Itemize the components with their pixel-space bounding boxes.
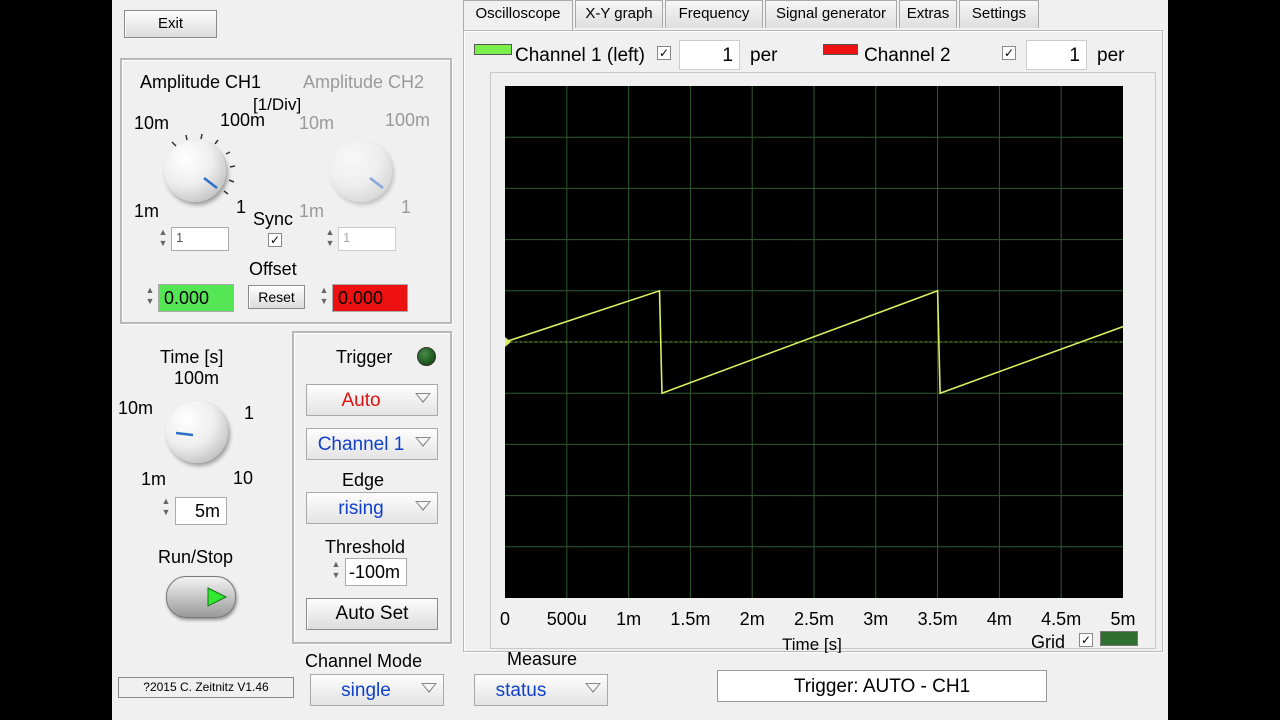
- trigger-title: Trigger: [336, 347, 393, 367]
- offset-ch2-spinner-icon[interactable]: ▲ ▼: [318, 285, 330, 307]
- knob-indicator-icon: [203, 177, 218, 189]
- trigger-level-marker: [505, 337, 511, 347]
- run-stop-label: Run/Stop: [158, 547, 234, 567]
- ch2-scale-10m: 10m: [299, 113, 335, 133]
- grid-label: Grid: [1031, 632, 1066, 652]
- trigger-mode-dropdown[interactable]: Auto: [306, 384, 438, 416]
- edge-value: rising: [338, 498, 384, 519]
- offset-reset-button[interactable]: Reset: [248, 285, 305, 309]
- ch2-scale-1m: 1m: [299, 201, 325, 221]
- offset-ch2-input[interactable]: 0.000: [332, 284, 408, 312]
- x-tick-label: 1m: [616, 609, 642, 629]
- x-tick-label: 2.5m: [793, 609, 835, 629]
- status-display: Trigger: AUTO - CH1: [717, 670, 1047, 702]
- tab-oscilloscope[interactable]: Oscilloscope: [463, 0, 573, 31]
- edge-dropdown[interactable]: rising: [306, 492, 438, 524]
- x-tick-label: 3m: [863, 609, 889, 629]
- oscilloscope-plot[interactable]: [505, 86, 1123, 598]
- exit-button[interactable]: Exit: [124, 10, 217, 38]
- x-tick-label: 1.5m: [670, 609, 711, 629]
- offset-ch1-input[interactable]: 0.000: [158, 284, 234, 312]
- time-scale-100m: 100m: [174, 368, 220, 388]
- x-tick-label: 0: [499, 609, 511, 629]
- ch2-amplitude-input[interactable]: 1: [338, 227, 396, 251]
- x-tick-label: 5m: [1110, 609, 1136, 629]
- threshold-input[interactable]: -100m: [345, 558, 407, 586]
- x-axis-label: Time [s]: [782, 635, 842, 653]
- channel-mode-dropdown[interactable]: single: [310, 674, 444, 706]
- channel-mode-label: Channel Mode: [305, 651, 423, 671]
- trigger-mode-value: Auto: [341, 390, 381, 411]
- time-title: Time [s]: [160, 347, 224, 367]
- chevron-down-icon: [415, 501, 431, 511]
- tab-xy-graph[interactable]: X-Y graph: [575, 0, 663, 28]
- ch2-scale-100m: 100m: [385, 110, 431, 130]
- time-input[interactable]: 5m: [175, 497, 227, 525]
- x-tick-label: 500u: [546, 609, 587, 629]
- ch1-scale-100m: 100m: [220, 110, 266, 130]
- offset-ch1-spinner-icon[interactable]: ▲ ▼: [144, 285, 156, 307]
- ch2-per-label: per: [1097, 45, 1125, 66]
- ch1-per-input[interactable]: 1: [679, 40, 740, 70]
- sync-label: Sync: [253, 209, 294, 229]
- tab-frequency[interactable]: Frequency: [665, 0, 763, 28]
- tab-settings[interactable]: Settings: [959, 0, 1039, 28]
- run-stop-button[interactable]: [166, 576, 236, 618]
- grid-color-swatch[interactable]: [1100, 631, 1138, 646]
- chevron-down-icon: [585, 683, 601, 693]
- ch1-amplitude-input[interactable]: 1: [171, 227, 229, 251]
- ch1-scale-10m: 10m: [134, 113, 170, 133]
- amplitude-ch1-knob[interactable]: [164, 140, 226, 202]
- oscilloscope-app-window: Exit Amplitude CH1 Amplitude CH2 [1/Div]…: [112, 0, 1168, 720]
- edge-label: Edge: [342, 470, 385, 490]
- measure-dropdown[interactable]: status: [474, 674, 608, 706]
- grid-checkbox[interactable]: ✓: [1079, 633, 1093, 647]
- ch2-amp-spinner-icon[interactable]: ▲ ▼: [324, 227, 336, 249]
- trigger-source-value: Channel 1: [317, 434, 405, 455]
- auto-set-button[interactable]: Auto Set: [306, 598, 438, 630]
- ch2-color-swatch: [823, 44, 858, 55]
- ch1-color-swatch: [474, 44, 512, 55]
- measure-value: status: [495, 680, 547, 701]
- offset-label: Offset: [249, 259, 297, 279]
- chevron-down-icon: [415, 437, 431, 447]
- threshold-label: Threshold: [325, 537, 406, 557]
- play-icon: [207, 587, 228, 607]
- ch2-per-input[interactable]: 1: [1026, 40, 1087, 70]
- measure-label: Measure: [507, 649, 578, 669]
- amplitude-ch2-knob[interactable]: [330, 140, 392, 202]
- trigger-source-dropdown[interactable]: Channel 1: [306, 428, 438, 460]
- time-scale-1: 1: [244, 403, 255, 423]
- chevron-down-icon: [415, 393, 431, 403]
- ch1-label: Channel 1 (left): [515, 45, 645, 66]
- tab-extras[interactable]: Extras: [899, 0, 957, 28]
- time-scale-10m: 10m: [118, 398, 154, 418]
- ch2-enable-checkbox[interactable]: ✓: [1002, 46, 1016, 60]
- time-scale-10: 10: [233, 468, 254, 488]
- version-label: ?2015 C. Zeitnitz V1.46: [118, 677, 294, 698]
- sync-checkbox[interactable]: ✓: [268, 233, 282, 247]
- x-tick-label: 3.5m: [917, 609, 958, 629]
- amplitude-ch1-title: Amplitude CH1: [140, 72, 262, 92]
- chevron-down-icon: [421, 683, 437, 693]
- tab-signal-generator[interactable]: Signal generator: [765, 0, 897, 28]
- ch1-per-label: per: [750, 45, 778, 66]
- time-knob[interactable]: [166, 401, 228, 463]
- ch1-amp-spinner-icon[interactable]: ▲ ▼: [157, 227, 169, 249]
- threshold-spinner-icon[interactable]: ▲ ▼: [330, 559, 342, 581]
- ch2-scale-1: 1: [401, 197, 412, 217]
- knob-indicator-icon: [175, 431, 194, 437]
- amplitude-ch2-title: Amplitude CH2: [303, 72, 425, 92]
- x-tick-label: 4m: [986, 609, 1012, 629]
- ch2-label: Channel 2: [864, 45, 951, 66]
- x-tick-label: 2m: [739, 609, 765, 629]
- channel-mode-value: single: [341, 680, 391, 701]
- time-spinner-icon[interactable]: ▲ ▼: [160, 496, 172, 518]
- time-scale-1m: 1m: [141, 469, 167, 489]
- x-tick-label: 4.5m: [1041, 609, 1082, 629]
- trigger-led-icon: [417, 347, 436, 366]
- knob-indicator-icon: [369, 177, 384, 189]
- ch1-enable-checkbox[interactable]: ✓: [657, 46, 671, 60]
